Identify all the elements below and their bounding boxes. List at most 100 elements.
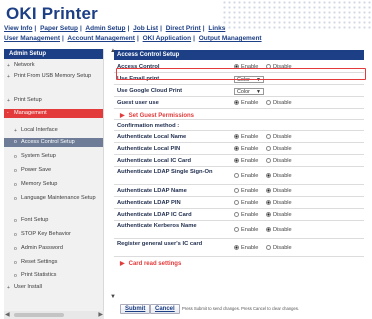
bullet-icon: o (14, 273, 17, 279)
radio-disable[interactable]: Disable (266, 134, 292, 140)
primary-nav: View Info | Paper Setup | Admin Setup | Job… (4, 25, 226, 32)
row-auth-ldap-pin: Authenticate LDAP PIN Enable Disable (114, 198, 364, 209)
header-dot-pattern (222, 0, 372, 30)
plus-icon: + (14, 128, 17, 134)
sidebar-item-access-control-setup[interactable]: o Access Control Setup (4, 138, 103, 147)
triangle-right-icon: ▶ (120, 113, 125, 119)
app-title: OKI Printer (6, 4, 98, 23)
row-auth-local-name: Authenticate Local Name Enable Disable (114, 132, 364, 143)
nav-output-management[interactable]: Output Management (199, 35, 262, 42)
section-title: Access Control Setup (114, 50, 364, 60)
row-auth-ldap-name: Authenticate LDAP Name Enable Disable (114, 186, 364, 197)
main-content: Access Control Setup Access Control Enab… (114, 48, 372, 286)
bullet-icon: o (14, 139, 17, 145)
row-guest-user-use: Guest user use Enable Disable (114, 98, 364, 109)
nav-admin-setup[interactable]: Admin Setup (85, 25, 125, 32)
nav-job-list[interactable]: Job List (133, 25, 158, 32)
radio-disable[interactable]: Disable (266, 245, 292, 251)
sidebar-item-local-interface[interactable]: + Local Interface (4, 127, 103, 135)
radio-enable[interactable]: Enable (234, 158, 258, 164)
plus-icon: + (7, 74, 10, 80)
radio-disable[interactable]: Disable (266, 200, 292, 206)
triangle-right-icon: ▶ (120, 261, 125, 267)
sidebar-item-print-statistics[interactable]: o Print Statistics (4, 272, 103, 280)
chevron-down-icon: ▼ (256, 89, 261, 95)
nav-user-management[interactable]: User Management (4, 35, 60, 42)
footer-hint: Press Submit to send changes. Press Canc… (182, 306, 300, 311)
card-read-settings-expander[interactable]: ▶ Card read settings (120, 260, 181, 267)
plus-icon: + (7, 98, 10, 104)
minus-icon: - (7, 110, 9, 116)
sidebar-item-font-setup[interactable]: o Font Setup (4, 217, 103, 225)
row-auth-ldap-sso: Authenticate LDAP Single Sign-On Enable … (114, 168, 364, 185)
sidebar-item-system-setup[interactable]: o System Setup (4, 153, 103, 161)
radio-enable[interactable]: Enable (234, 245, 258, 251)
radio-disable[interactable]: Disable (266, 212, 292, 218)
nav-oki-application[interactable]: OKI Application (143, 35, 192, 42)
bullet-icon: o (14, 182, 17, 188)
plus-icon: + (7, 285, 10, 291)
radio-disable[interactable]: Disable (266, 227, 292, 233)
nav-direct-print[interactable]: Direct Print (166, 25, 201, 32)
sidebar-item-power-save[interactable]: o Power Save (4, 167, 103, 175)
radio-enable[interactable]: Enable (234, 212, 258, 218)
sidebar-item-management[interactable]: - Management (4, 109, 103, 118)
nav-paper-setup[interactable]: Paper Setup (40, 25, 78, 32)
row-auth-kerberos-name: Authenticate Kerberos Name Enable Disabl… (114, 222, 364, 239)
radio-disable[interactable]: Disable (266, 188, 292, 194)
row-register-ic-card: Register general user's IC card Enable D… (114, 240, 364, 257)
scroll-right-icon[interactable]: ▶ (98, 311, 103, 318)
radio-disable[interactable]: Disable (266, 100, 292, 106)
radio-enable[interactable]: Enable (234, 227, 258, 233)
radio-enable[interactable]: Enable (234, 100, 258, 106)
sidebar-item-user-install[interactable]: + User Install (4, 284, 103, 292)
nav-account-management[interactable]: Account Management (67, 35, 135, 42)
submit-button[interactable]: Submit (120, 304, 151, 314)
radio-enable[interactable]: Enable (234, 173, 258, 179)
bullet-icon: o (14, 246, 17, 252)
nav-view-info[interactable]: View Info (4, 25, 32, 32)
sidebar: Admin Setup + Network + Print From USB M… (4, 49, 104, 311)
radio-enable[interactable]: Enable (234, 134, 258, 140)
secondary-nav: User Management | Account Management | OKI… (4, 35, 262, 42)
radio-enable[interactable]: Enable (234, 188, 258, 194)
scrollbar-thumb[interactable] (14, 313, 64, 317)
bullet-icon: o (14, 218, 17, 224)
row-card-read-settings: ▶ Card read settings (114, 258, 364, 268)
horizontal-scrollbar[interactable]: ◀ ▶ (4, 311, 104, 319)
sidebar-item-print-from-usb[interactable]: + Print From USB Memory Setup (4, 73, 103, 89)
sidebar-item-reset-settings[interactable]: o Reset Settings (4, 259, 103, 267)
bullet-icon: o (14, 168, 17, 174)
sidebar-item-memory-setup[interactable]: o Memory Setup (4, 181, 103, 189)
row-auth-ldap-ic-card: Authenticate LDAP IC Card Enable Disable (114, 210, 364, 221)
sidebar-header: Admin Setup (4, 49, 103, 59)
bullet-icon: o (14, 154, 17, 160)
row-set-guest-permissions: ▶ Set Guest Permissions (114, 110, 364, 120)
row-use-google-cloud-print: Use Google Cloud Print Color ▼ (114, 86, 364, 97)
row-confirmation-method: Confirmation method : (114, 121, 364, 131)
radio-disable[interactable]: Disable (266, 146, 292, 152)
bullet-icon: o (14, 232, 17, 238)
header: OKI Printer View Info | Paper Setup | Admi… (0, 0, 372, 48)
access-control-highlight (116, 68, 366, 80)
radio-enable[interactable]: Enable (234, 200, 258, 206)
footer: Submit Cancel Press Submit to send chang… (114, 300, 372, 319)
sidebar-item-stop-key-behavior[interactable]: o STOP Key Behavior (4, 231, 103, 239)
sidebar-item-print-setup[interactable]: + Print Setup (4, 97, 103, 105)
radio-disable[interactable]: Disable (266, 173, 292, 179)
set-guest-permissions-expander[interactable]: ▶ Set Guest Permissions (120, 112, 194, 119)
bullet-icon: o (14, 196, 17, 202)
row-auth-local-pin: Authenticate Local PIN Enable Disable (114, 144, 364, 155)
google-cloud-print-select[interactable]: Color ▼ (234, 88, 264, 95)
sidebar-item-network[interactable]: + Network (4, 62, 103, 70)
sidebar-item-admin-password[interactable]: o Admin Password (4, 245, 103, 253)
radio-disable[interactable]: Disable (266, 158, 292, 164)
nav-links[interactable]: Links (208, 25, 225, 32)
sidebar-item-language-maintenance[interactable]: o Language Maintenance Setup (4, 195, 103, 211)
cancel-button[interactable]: Cancel (150, 304, 180, 314)
bullet-icon: o (14, 260, 17, 266)
plus-icon: + (7, 63, 10, 69)
row-auth-local-ic-card: Authenticate Local IC Card Enable Disabl… (114, 156, 364, 167)
scroll-left-icon[interactable]: ◀ (5, 311, 10, 318)
radio-enable[interactable]: Enable (234, 146, 258, 152)
